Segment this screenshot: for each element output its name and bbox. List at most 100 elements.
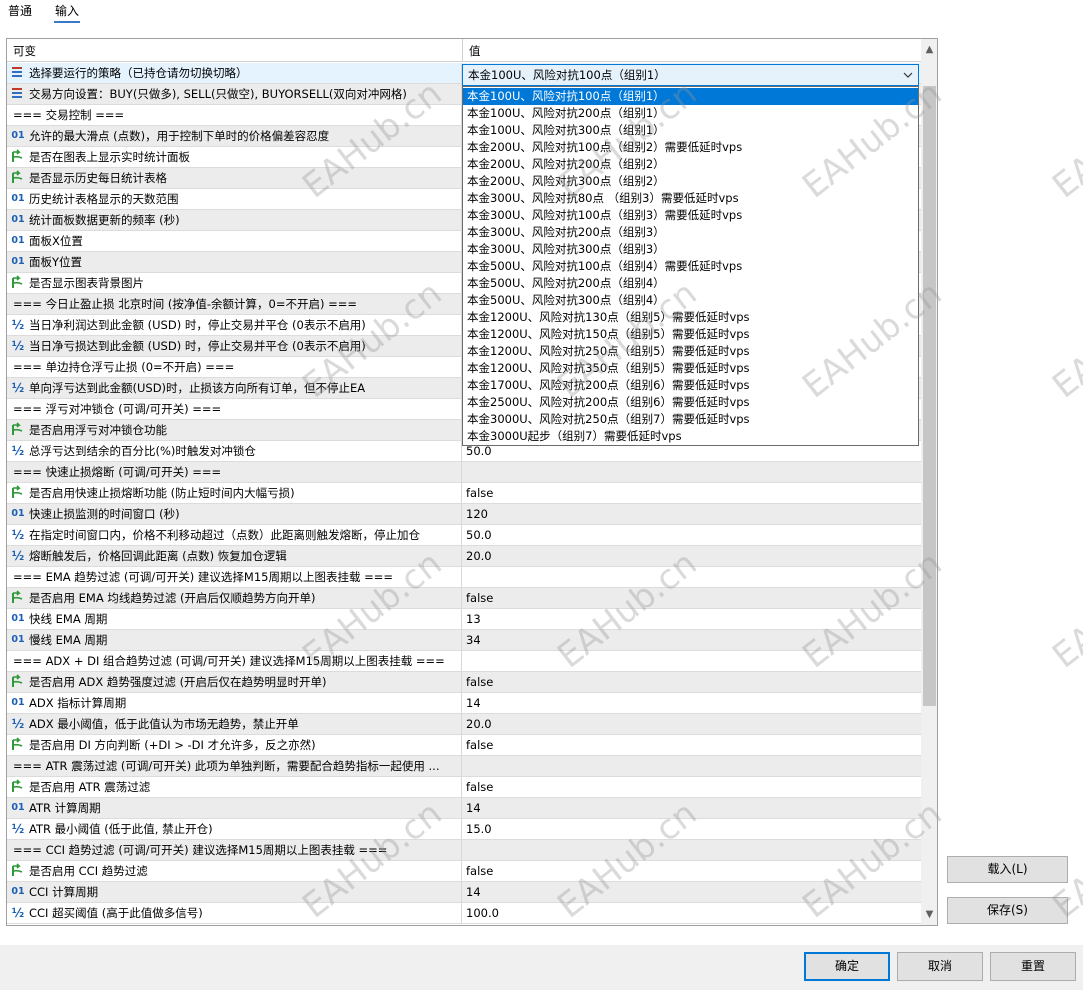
- parameter-value[interactable]: 14: [466, 696, 481, 711]
- parameter-name: === ATR 震荡过滤 (可调/可开关) 此项为单独判断，需要配合趋势指标一起…: [13, 759, 440, 773]
- scroll-up-icon[interactable]: ▲: [921, 41, 937, 58]
- column-separator[interactable]: [462, 39, 463, 62]
- strategy-option[interactable]: 本金100U、风险对抗300点（组别1）: [463, 122, 918, 139]
- parameter-name: 是否启用快速止损熔断功能 (防止短时间内大幅亏损): [29, 486, 295, 500]
- strategy-option[interactable]: 本金500U、风险对抗100点（组别4）需要低延时vps: [463, 258, 918, 275]
- parameter-row[interactable]: 是否启用 DI 方向判断 (+DI > -DI 才允许多，反之亦然) false: [7, 735, 921, 756]
- parameter-name-cell: 是否显示历史每日统计表格: [7, 168, 462, 188]
- strategy-option[interactable]: 本金1200U、风险对抗150点（组别5）需要低延时vps: [463, 326, 918, 343]
- parameter-name: 快速止损监测的时间窗口 (秒): [29, 507, 180, 521]
- parameter-name-cell: ½ ATR 最小阈值 (低于此值, 禁止开仓): [7, 819, 462, 839]
- parameter-value[interactable]: 14: [466, 801, 481, 816]
- strategy-option[interactable]: 本金3000U起步（组别7）需要低延时vps: [463, 428, 918, 445]
- parameter-row[interactable]: 01 慢线 EMA 周期 34: [7, 630, 921, 651]
- scroll-down-icon[interactable]: ▼: [921, 906, 937, 923]
- strategy-select[interactable]: 本金100U、风险对抗100点（组别1）: [462, 64, 919, 86]
- parameter-row[interactable]: 是否启用 ATR 震荡过滤 false: [7, 777, 921, 798]
- parameter-value[interactable]: 100.0: [466, 906, 499, 921]
- parameter-value[interactable]: 20.0: [466, 717, 492, 732]
- parameter-value[interactable]: 120: [466, 507, 488, 522]
- strategy-option[interactable]: 本金300U、风险对抗80点 （组别3）需要低延时vps: [463, 190, 918, 207]
- parameter-name-cell: 选择要运行的策略（已持仓请勿切换切略）: [7, 63, 462, 83]
- strategy-option[interactable]: 本金100U、风险对抗100点（组别1）: [463, 88, 918, 105]
- strategy-option[interactable]: 本金500U、风险对抗200点（组别4）: [463, 275, 918, 292]
- load-button[interactable]: 载入(L): [947, 856, 1068, 883]
- parameter-row[interactable]: ½ ADX 最小阈值，低于此值认为市场无趋势，禁止开单 20.0: [7, 714, 921, 735]
- save-button[interactable]: 保存(S): [947, 897, 1068, 924]
- cancel-button[interactable]: 取消: [897, 952, 983, 981]
- strategy-option[interactable]: 本金2500U、风险对抗200点（组别6）需要低延时vps: [463, 394, 918, 411]
- boolean-icon: [10, 485, 26, 501]
- parameter-row[interactable]: 是否启用 CCI 趋势过滤 false: [7, 861, 921, 882]
- integer-icon: 01: [11, 256, 25, 267]
- strategy-option[interactable]: 本金3000U、风险对抗250点（组别7）需要低延时vps: [463, 411, 918, 428]
- tab-common[interactable]: 普通: [8, 3, 32, 23]
- parameter-name-cell: 01 CCI 计算周期: [7, 882, 462, 902]
- strategy-option[interactable]: 本金1200U、风险对抗250点（组别5）需要低延时vps: [463, 343, 918, 360]
- section-header-row[interactable]: === EMA 趋势过滤 (可调/可开关) 建议选择M15周期以上图表挂载 ==…: [7, 567, 921, 588]
- strategy-option[interactable]: 本金500U、风险对抗300点（组别4）: [463, 292, 918, 309]
- parameter-row[interactable]: 是否启用 ADX 趋势强度过滤 (开启后仅在趋势明显时开单) false: [7, 672, 921, 693]
- parameter-value[interactable]: 13: [466, 612, 481, 627]
- integer-icon: 01: [11, 508, 25, 519]
- parameter-row[interactable]: 01 快线 EMA 周期 13: [7, 609, 921, 630]
- scroll-thumb[interactable]: [923, 86, 936, 706]
- parameter-row[interactable]: 是否启用 EMA 均线趋势过滤 (开启后仅顺趋势方向开单) false: [7, 588, 921, 609]
- parameter-value[interactable]: false: [466, 864, 493, 879]
- strategy-option[interactable]: 本金1200U、风险对抗350点（组别5）需要低延时vps: [463, 360, 918, 377]
- parameter-name-cell: === 单边持仓浮亏止损 (0=不开启) ===: [7, 357, 462, 377]
- ok-button[interactable]: 确定: [804, 952, 890, 981]
- parameter-value[interactable]: 20.0: [466, 549, 492, 564]
- parameter-value[interactable]: 14: [466, 885, 481, 900]
- boolean-icon: [10, 863, 26, 879]
- strategy-option[interactable]: 本金300U、风险对抗100点（组别3）需要低延时vps: [463, 207, 918, 224]
- boolean-icon: [10, 170, 26, 186]
- parameter-row[interactable]: ½ 熔断触发后，价格回调此距离 (点数) 恢复加仓逻辑 20.0: [7, 546, 921, 567]
- strategy-option[interactable]: 本金200U、风险对抗100点（组别2）需要低延时vps: [463, 139, 918, 156]
- parameter-value[interactable]: 50.0: [466, 528, 492, 543]
- parameter-name: === EMA 趋势过滤 (可调/可开关) 建议选择M15周期以上图表挂载 ==…: [13, 570, 394, 584]
- strategy-option[interactable]: 本金300U、风险对抗300点（组别3）: [463, 241, 918, 258]
- strategy-option[interactable]: 本金300U、风险对抗200点（组别3）: [463, 224, 918, 241]
- parameter-value[interactable]: false: [466, 780, 493, 795]
- parameter-value[interactable]: false: [466, 675, 493, 690]
- vertical-scrollbar[interactable]: ▲ ▼: [921, 39, 937, 925]
- parameter-row[interactable]: ½ ATR 最小阈值 (低于此值, 禁止开仓) 15.0: [7, 819, 921, 840]
- section-header-row[interactable]: === ATR 震荡过滤 (可调/可开关) 此项为单独判断，需要配合趋势指标一起…: [7, 756, 921, 777]
- parameter-row[interactable]: 01 CCI 计算周期 14: [7, 882, 921, 903]
- section-header-row[interactable]: === 快速止损熔断 (可调/可开关) ===: [7, 462, 921, 483]
- boolean-icon: [10, 590, 26, 606]
- enum-list-icon: [10, 86, 26, 102]
- parameter-row[interactable]: ½ CCI 超买阈值 (高于此值做多信号) 100.0: [7, 903, 921, 924]
- parameter-value[interactable]: false: [466, 591, 493, 606]
- parameter-name-cell: === EMA 趋势过滤 (可调/可开关) 建议选择M15周期以上图表挂载 ==…: [7, 567, 462, 587]
- parameter-value[interactable]: 15.0: [466, 822, 492, 837]
- strategy-option[interactable]: 本金1200U、风险对抗130点（组别5）需要低延时vps: [463, 309, 918, 326]
- parameter-row[interactable]: 01 ATR 计算周期 14: [7, 798, 921, 819]
- strategy-option[interactable]: 本金1700U、风险对抗200点（组别6）需要低延时vps: [463, 377, 918, 394]
- strategy-option[interactable]: 本金200U、风险对抗200点（组别2）: [463, 156, 918, 173]
- strategy-option[interactable]: 本金200U、风险对抗300点（组别2）: [463, 173, 918, 190]
- parameter-row[interactable]: 是否启用快速止损熔断功能 (防止短时间内大幅亏损) false: [7, 483, 921, 504]
- parameter-row[interactable]: 01 ADX 指标计算周期 14: [7, 693, 921, 714]
- parameter-name: 是否启用 DI 方向判断 (+DI > -DI 才允许多，反之亦然): [29, 738, 316, 752]
- parameter-row[interactable]: ½ 在指定时间窗口内，价格不利移动超过（点数）此距离则触发熔断，停止加仓 50.0: [7, 525, 921, 546]
- parameter-value[interactable]: false: [466, 738, 493, 753]
- column-header-variable[interactable]: 可变: [13, 43, 36, 59]
- parameter-name-cell: 是否启用快速止损熔断功能 (防止短时间内大幅亏损): [7, 483, 462, 503]
- parameter-name-cell: 是否启用 DI 方向判断 (+DI > -DI 才允许多，反之亦然): [7, 735, 462, 755]
- section-header-row[interactable]: === CCI 趋势过滤 (可调/可开关) 建议选择M15周期以上图表挂载 ==…: [7, 840, 921, 861]
- parameter-row[interactable]: 01 快速止损监测的时间窗口 (秒) 120: [7, 504, 921, 525]
- parameter-name: 快线 EMA 周期: [29, 612, 108, 626]
- reset-button[interactable]: 重置: [990, 952, 1076, 981]
- column-header-value[interactable]: 值: [469, 43, 481, 59]
- boolean-icon: [10, 275, 26, 291]
- tab-inputs[interactable]: 输入: [53, 3, 81, 23]
- parameter-name: === 单边持仓浮亏止损 (0=不开启) ===: [13, 360, 235, 374]
- parameter-value[interactable]: false: [466, 486, 493, 501]
- enum-list-icon: [10, 65, 26, 81]
- strategy-option[interactable]: 本金100U、风险对抗200点（组别1）: [463, 105, 918, 122]
- parameter-value[interactable]: 34: [466, 633, 481, 648]
- parameter-value[interactable]: 50.0: [466, 444, 492, 459]
- section-header-row[interactable]: === ADX + DI 组合趋势过滤 (可调/可开关) 建议选择M15周期以上…: [7, 651, 921, 672]
